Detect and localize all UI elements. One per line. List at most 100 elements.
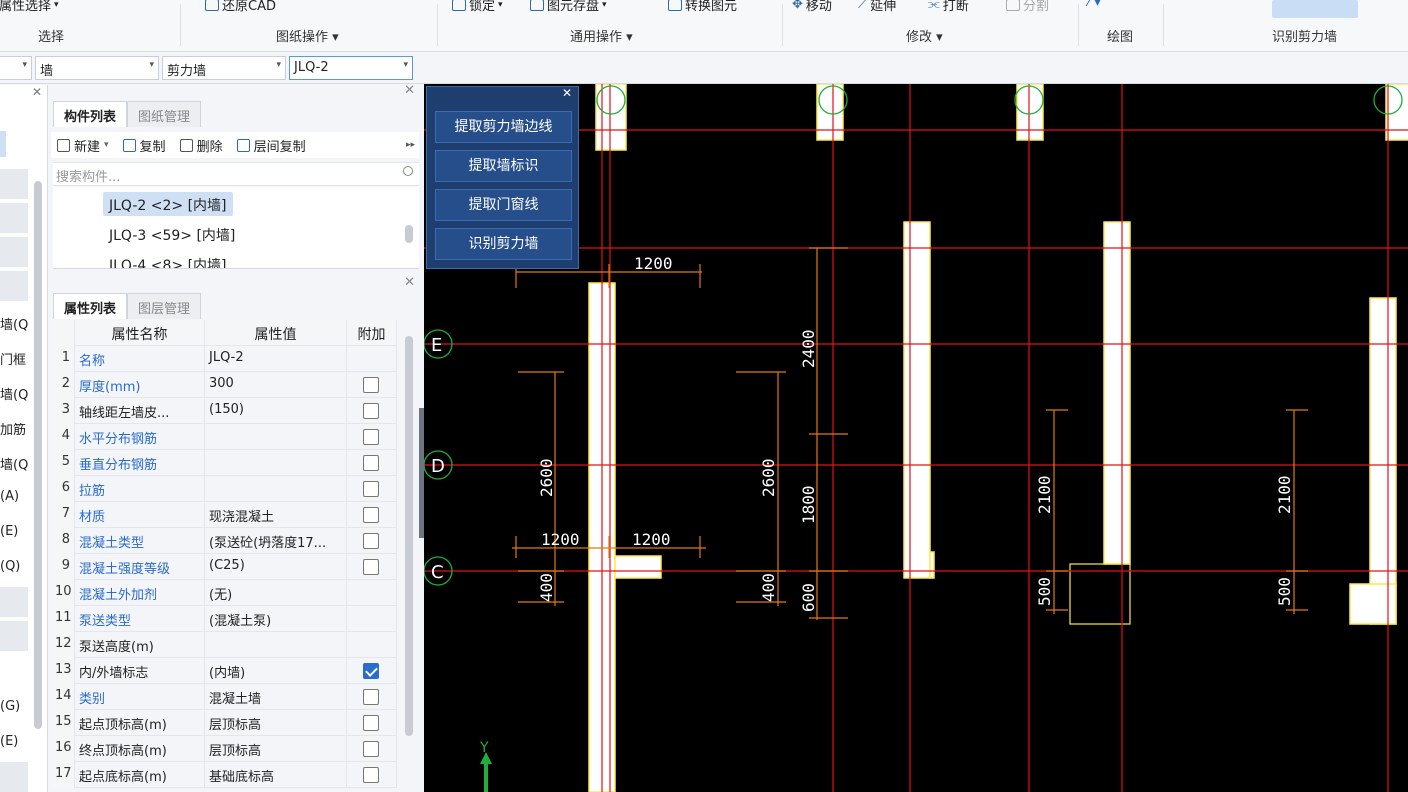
property-value[interactable] xyxy=(205,632,347,658)
list-item[interactable]: JLQ-3 <59> [内墙] xyxy=(103,222,241,246)
break-button[interactable]: ⫘ 打断 xyxy=(928,0,969,14)
wall[interactable] xyxy=(1103,221,1131,565)
property-row[interactable]: 8 混凝土类型 (泵送砼(坍落度17... xyxy=(51,528,397,554)
wall[interactable] xyxy=(614,555,662,579)
property-row[interactable]: 15 起点顶标高(m) 层顶标高 xyxy=(51,710,397,736)
restore-cad-button[interactable]: 还原CAD xyxy=(205,0,276,14)
property-row[interactable]: 5 垂直分布钢筋 xyxy=(51,450,397,476)
property-value[interactable]: (150) xyxy=(205,398,347,424)
property-value[interactable]: (内墙) xyxy=(205,658,347,684)
property-value[interactable]: 现浇混凝土 xyxy=(205,502,347,528)
attach-checkbox[interactable] xyxy=(363,403,379,419)
wall[interactable] xyxy=(903,221,931,579)
tree-group[interactable] xyxy=(0,762,28,792)
property-row[interactable]: 12 泵送高度(m) xyxy=(51,632,397,658)
recognize-wall-button[interactable] xyxy=(1272,0,1358,18)
property-row[interactable]: 16 终点顶标高(m) 层顶标高 xyxy=(51,736,397,762)
new-component-button[interactable]: 新建 ▾ xyxy=(57,136,109,155)
floor-select[interactable]: ▾ xyxy=(0,56,32,80)
property-row[interactable]: 9 混凝土强度等级 (C25) xyxy=(51,554,397,580)
attach-checkbox[interactable] xyxy=(363,663,379,679)
tab-property-list[interactable]: 属性列表 xyxy=(53,293,128,319)
property-row[interactable]: 1 名称 JLQ-2 xyxy=(51,346,397,372)
property-value[interactable]: (无) xyxy=(205,580,347,606)
property-value[interactable] xyxy=(205,450,347,476)
tree-item[interactable]: (A) xyxy=(0,489,32,504)
draw-line-button[interactable]: ⁄ ▾ xyxy=(1088,0,1101,10)
floor-copy-button[interactable]: 层间复制 xyxy=(236,136,306,155)
group-drawing-ops[interactable]: 图纸操作 ▾ xyxy=(276,26,339,45)
property-row[interactable]: 6 拉筋 xyxy=(51,476,397,502)
tree-item[interactable]: 墙(Q xyxy=(0,314,32,333)
attach-checkbox[interactable] xyxy=(363,689,379,705)
close-icon[interactable]: ✕ xyxy=(562,86,572,100)
property-row[interactable]: 3 轴线距左墙皮... (150) xyxy=(51,398,397,424)
tree-item[interactable]: (E) xyxy=(0,734,32,749)
extract-wall-edge-button[interactable]: 提取剪力墙边线 xyxy=(435,111,572,143)
tree-item[interactable]: 墙(Q xyxy=(0,454,32,473)
property-scrollbar[interactable] xyxy=(405,336,413,736)
tree-item[interactable]: 门框 xyxy=(0,349,32,368)
tree-scrollbar[interactable] xyxy=(34,181,42,729)
close-icon[interactable]: ✕ xyxy=(404,275,415,290)
close-icon[interactable]: ✕ xyxy=(404,83,415,98)
tree-group[interactable] xyxy=(0,587,28,617)
tree-group[interactable] xyxy=(0,271,28,301)
property-value[interactable]: 基础底标高 xyxy=(205,762,347,788)
type-select[interactable]: 剪力墙 ▾ xyxy=(162,56,286,80)
split-button[interactable]: 分割 xyxy=(1006,0,1049,14)
tree-group[interactable] xyxy=(0,621,28,651)
property-row[interactable]: 11 泵送类型 (混凝土泵) xyxy=(51,606,397,632)
search-icon[interactable] xyxy=(403,166,413,176)
wall[interactable] xyxy=(1385,84,1408,141)
tree-group[interactable] xyxy=(0,203,28,233)
wall[interactable] xyxy=(1349,583,1397,625)
wall[interactable] xyxy=(595,84,627,151)
attach-checkbox[interactable] xyxy=(363,559,379,575)
property-value[interactable]: 层顶标高 xyxy=(205,710,347,736)
attach-checkbox[interactable] xyxy=(363,533,379,549)
property-value[interactable] xyxy=(205,424,347,450)
extract-wall-label-button[interactable]: 提取墙标识 xyxy=(435,150,572,182)
attach-checkbox[interactable] xyxy=(363,767,379,783)
tree-item[interactable]: 墙(Q xyxy=(0,384,32,403)
property-value[interactable]: JLQ-2 xyxy=(205,346,347,372)
property-value[interactable]: 层顶标高 xyxy=(205,736,347,762)
component-select[interactable]: JLQ-2 ▾ xyxy=(289,56,413,80)
tree-group[interactable] xyxy=(0,237,28,267)
property-value[interactable]: (C25) xyxy=(205,554,347,580)
convert-element-button[interactable]: 转换图元 xyxy=(668,0,737,14)
group-common-ops[interactable]: 通用操作 ▾ xyxy=(570,26,633,45)
property-row[interactable]: 13 内/外墙标志 (内墙) xyxy=(51,658,397,684)
property-value[interactable]: 300 xyxy=(205,372,347,398)
property-row[interactable]: 7 材质 现浇混凝土 xyxy=(51,502,397,528)
property-value[interactable] xyxy=(205,476,347,502)
more-icon[interactable]: ▸▸ xyxy=(406,140,415,150)
tree-item[interactable]: (Q) xyxy=(0,559,32,574)
attach-checkbox[interactable] xyxy=(363,429,379,445)
tree-item[interactable]: 加筋 xyxy=(0,419,32,438)
property-value[interactable]: 混凝土墙 xyxy=(205,684,347,710)
tab-drawing-management[interactable]: 图纸管理 xyxy=(127,101,202,127)
tree-group[interactable] xyxy=(0,169,28,199)
property-row[interactable]: 10 混凝土外加剂 (无) xyxy=(51,580,397,606)
group-modify[interactable]: 修改 ▾ xyxy=(906,26,943,45)
tree-item[interactable]: (G) xyxy=(0,699,32,714)
extract-door-window-line-button[interactable]: 提取门窗线 xyxy=(435,189,572,221)
category-select[interactable]: 墙 ▾ xyxy=(35,56,159,80)
property-row[interactable]: 2 厚度(mm) 300 xyxy=(51,372,397,398)
recognize-shear-wall-button[interactable]: 识别剪力墙 xyxy=(435,228,572,260)
tab-layer-management[interactable]: 图层管理 xyxy=(127,293,202,319)
property-value[interactable]: (混凝土泵) xyxy=(205,606,347,632)
wall[interactable] xyxy=(929,551,935,579)
property-row[interactable]: 4 水平分布钢筋 xyxy=(51,424,397,450)
close-icon[interactable]: ✕ xyxy=(32,85,42,99)
attach-checkbox[interactable] xyxy=(363,715,379,731)
lock-button[interactable]: 锁定 ▾ xyxy=(452,0,503,14)
tab-component-list[interactable]: 构件列表 xyxy=(53,101,128,127)
tree-item[interactable]: (E) xyxy=(0,524,32,539)
attach-checkbox[interactable] xyxy=(363,377,379,393)
wall[interactable] xyxy=(1369,297,1397,625)
list-item[interactable]: JLQ-4 <8> [内墙] xyxy=(103,252,233,268)
select-by-property-button[interactable]: 按属性选择▾ xyxy=(0,0,59,14)
